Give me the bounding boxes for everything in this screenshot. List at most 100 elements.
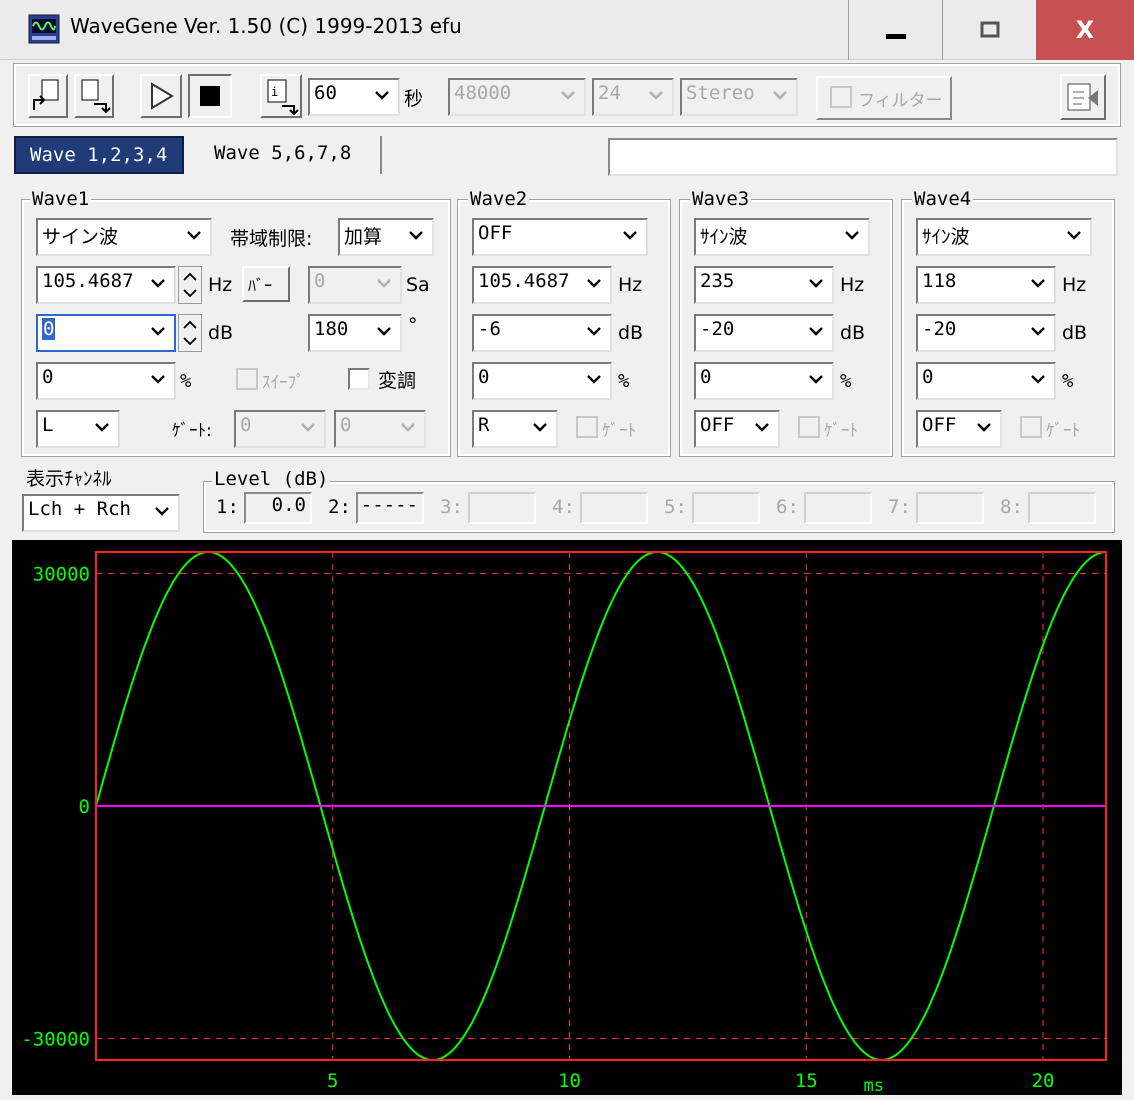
filter-checkbox[interactable] (830, 86, 852, 108)
level-channel-value (692, 492, 760, 524)
play-icon (151, 82, 174, 110)
wave1-level-spinner[interactable] (178, 314, 202, 352)
chevron-down-icon (155, 507, 169, 516)
bit-depth-select[interactable]: 24 (592, 78, 674, 116)
sample-rate-select[interactable]: 48000 (448, 78, 586, 116)
wave2-gate-label: ｹﾞｰﾄ (602, 421, 636, 441)
modulation-label: 変調 (378, 370, 417, 392)
wave3-level-unit: dB (840, 322, 866, 344)
play-button[interactable] (140, 74, 182, 118)
chevron-down-icon (401, 423, 415, 432)
wave1-offset-select[interactable]: 0 (36, 362, 176, 400)
x-tick-label: 15 (795, 1070, 818, 1092)
sweep-checkbox[interactable] (236, 368, 258, 390)
tab-wave-5-8[interactable]: Wave 5,6,7,8 (190, 136, 382, 174)
chevron-down-icon (561, 91, 575, 100)
wave2-offset-select[interactable]: 0 (472, 362, 612, 400)
level-meter-title: Level (dB) (212, 468, 331, 490)
wave1-type-select[interactable]: サイン波 (36, 218, 212, 256)
record-wav-button[interactable]: i (260, 74, 302, 118)
save-file-icon (81, 79, 111, 114)
burst-samples-select[interactable]: 0 (308, 266, 402, 304)
chevron-down-icon (587, 375, 601, 384)
minimize-button[interactable] (848, 0, 942, 60)
wave1-level-select[interactable]: 0 (36, 314, 176, 352)
modulation-checkbox[interactable] (348, 368, 370, 390)
chevron-down-icon (587, 279, 601, 288)
y-tick-label: -30000 (21, 1029, 90, 1051)
device-settings-icon (1067, 83, 1098, 111)
x-tick-label: 20 (1032, 1070, 1055, 1092)
wave4-type-select[interactable]: ｻｲﾝ波 (916, 218, 1092, 256)
y-tick-label: 30000 (33, 563, 90, 585)
wave4-level-select[interactable]: -20 (916, 314, 1056, 352)
save-button[interactable] (74, 74, 114, 118)
wave4-gate-label: ｹﾞｰﾄ (1046, 421, 1080, 441)
maximize-button[interactable] (942, 0, 1036, 60)
app-icon (28, 14, 60, 44)
wave2-type-select[interactable]: OFF (472, 218, 648, 256)
wave2-level-select[interactable]: -6 (472, 314, 612, 352)
settings-button[interactable] (1060, 74, 1106, 120)
chevron-down-icon (623, 231, 637, 240)
wave2-offset-unit: % (618, 370, 630, 392)
wave2-gate-checkbox[interactable] (576, 416, 598, 438)
chevron-down-icon (755, 423, 769, 432)
band-limit-select[interactable]: 加算 (338, 218, 434, 256)
wave1-frequency-select[interactable]: 105.4687 (36, 266, 176, 304)
wave1-phase-select[interactable]: 180 (308, 314, 402, 352)
wave2-channel-select[interactable]: R (472, 410, 558, 448)
close-icon: X (1075, 16, 1095, 44)
close-button[interactable]: X (1036, 0, 1134, 60)
chevron-down-icon (301, 423, 315, 432)
level-channel-value: 0.0 (244, 492, 312, 524)
wave4-offset-select[interactable]: 0 (916, 362, 1056, 400)
wave2-level-unit: dB (618, 322, 644, 344)
wave3-title: Wave3 (690, 188, 752, 210)
gate-on-select[interactable]: 0 (234, 410, 326, 448)
wave3-frequency-select[interactable]: 235 (694, 266, 834, 304)
chevron-down-icon (845, 231, 859, 240)
wave2-frequency-unit: Hz (618, 274, 643, 296)
wave4-gate-checkbox[interactable] (1020, 416, 1042, 438)
svg-text:i: i (271, 85, 278, 99)
y-tick-label: 0 (79, 796, 90, 818)
gate-off-select[interactable]: 0 (334, 410, 426, 448)
load-button[interactable] (28, 74, 68, 118)
display-channel-select[interactable]: Lch + Rch (22, 494, 180, 532)
burst-button[interactable]: ﾊﾞｰ (242, 266, 290, 302)
stop-button[interactable] (188, 74, 232, 118)
band-limit-label: 帯域制限: (230, 228, 313, 250)
wave1-frequency-spinner[interactable] (178, 266, 202, 304)
minimize-icon (885, 34, 906, 39)
chevron-down-icon (977, 423, 991, 432)
chevron-down-icon (95, 423, 109, 432)
wave2-frequency-select[interactable]: 105.4687 (472, 266, 612, 304)
duration-select[interactable]: 60 (308, 78, 400, 116)
wave4-channel-select[interactable]: OFF (916, 410, 1002, 448)
chevron-down-icon (809, 327, 823, 336)
title-bar[interactable]: WaveGene Ver. 1.50 (C) 1999-2013 efu X (0, 0, 1134, 60)
chevron-down-icon (377, 327, 391, 336)
level-channel-value (1028, 492, 1096, 524)
wave4-offset-unit: % (1062, 370, 1074, 392)
wave4-level-unit: dB (1062, 322, 1088, 344)
wave1-channel-select[interactable]: L (36, 410, 120, 448)
wave3-channel-select[interactable]: OFF (694, 410, 780, 448)
wave1-frequency-unit: Hz (208, 274, 233, 296)
wave3-offset-select[interactable]: 0 (694, 362, 834, 400)
wave3-level-select[interactable]: -20 (694, 314, 834, 352)
burst-samples-unit: Sa (406, 274, 430, 296)
channels-select[interactable]: Stereo (680, 78, 798, 116)
wave3-offset-unit: % (840, 370, 852, 392)
wave3-gate-checkbox[interactable] (798, 416, 820, 438)
wave4-frequency-select[interactable]: 118 (916, 266, 1056, 304)
status-field (608, 138, 1118, 176)
spin-arrows-icon (183, 320, 197, 346)
chevron-down-icon (1031, 279, 1045, 288)
wave3-type-select[interactable]: ｻｲﾝ波 (694, 218, 870, 256)
chevron-down-icon (809, 279, 823, 288)
window-title: WaveGene Ver. 1.50 (C) 1999-2013 efu (70, 14, 462, 38)
tab-wave-1-4[interactable]: Wave 1,2,3,4 (14, 136, 184, 174)
chevron-down-icon (809, 375, 823, 384)
